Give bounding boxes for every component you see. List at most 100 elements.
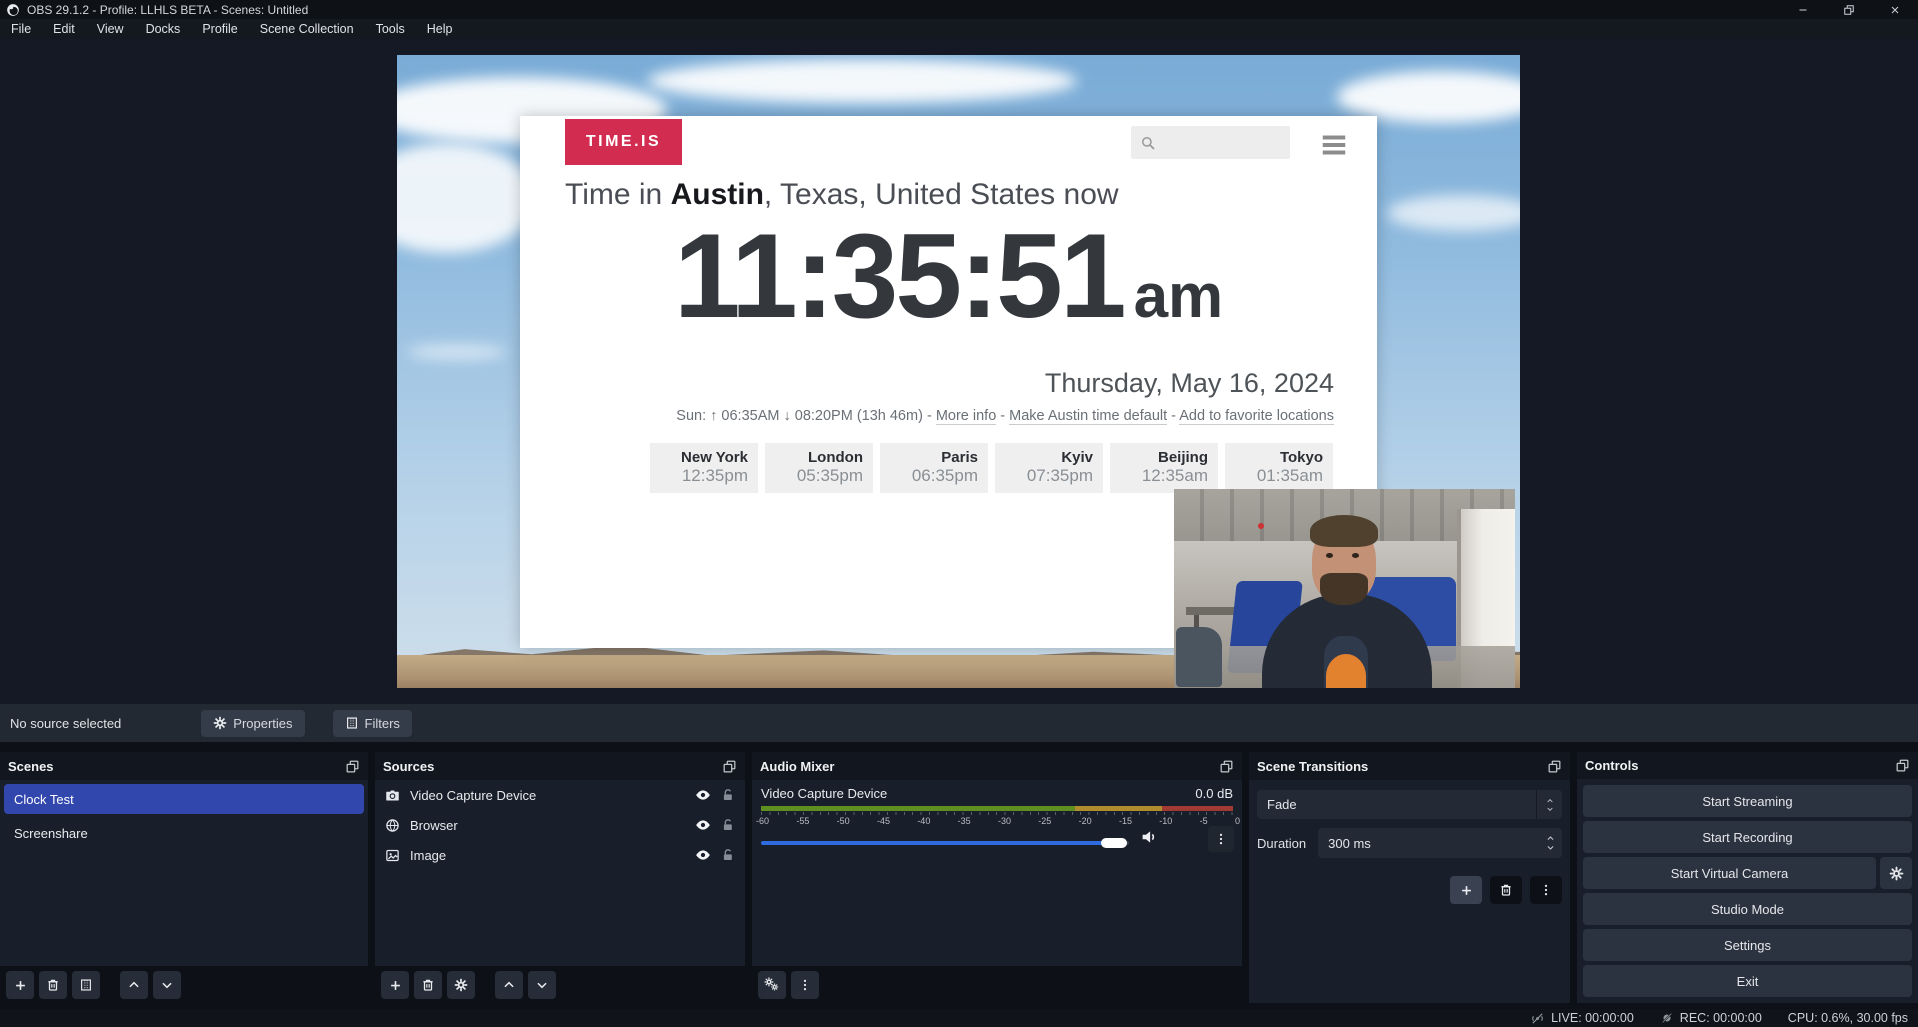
close-button[interactable] xyxy=(1872,0,1918,19)
minimize-button[interactable] xyxy=(1780,0,1826,19)
chevron-up-icon xyxy=(1545,797,1555,805)
chevron-up-icon xyxy=(127,978,141,992)
transitions-buttons xyxy=(1450,876,1562,904)
move-source-up-button[interactable] xyxy=(495,971,523,999)
start-virtual-camera-button[interactable]: Start Virtual Camera xyxy=(1583,857,1876,889)
city-times: New York12:35pm London05:35pm Paris06:35… xyxy=(650,443,1333,493)
transition-select[interactable]: Fade xyxy=(1257,790,1562,819)
rec-off-icon xyxy=(1660,1011,1674,1025)
dots-vertical-icon xyxy=(798,978,812,992)
cloud xyxy=(397,143,537,253)
add-source-button[interactable] xyxy=(381,971,409,999)
menu-scene-collection[interactable]: Scene Collection xyxy=(249,19,365,39)
menu-profile[interactable]: Profile xyxy=(191,19,248,39)
webcam-exit-sign xyxy=(1258,523,1264,529)
close-icon xyxy=(1889,4,1901,16)
exit-button[interactable]: Exit xyxy=(1583,965,1912,997)
webcam-person-beard xyxy=(1320,573,1368,605)
source-item-browser[interactable]: Browser xyxy=(375,810,745,840)
move-scene-up-button[interactable] xyxy=(120,971,148,999)
filter-icon xyxy=(79,978,93,992)
lock-icon[interactable] xyxy=(721,818,735,832)
mixer-menu-button[interactable] xyxy=(791,971,819,999)
add-scene-button[interactable] xyxy=(6,971,34,999)
add-transition-button[interactable] xyxy=(1450,876,1482,904)
volume-slider-handle[interactable] xyxy=(1101,838,1127,848)
visibility-eye-icon[interactable] xyxy=(695,847,711,863)
scenes-panel-header[interactable]: Scenes xyxy=(0,752,368,780)
popout-icon[interactable] xyxy=(1219,759,1234,774)
controls-body: Start Streaming Start Recording Start Vi… xyxy=(1577,779,1918,1003)
popout-icon[interactable] xyxy=(722,759,737,774)
volume-slider[interactable] xyxy=(761,834,1129,852)
menubar: File Edit View Docks Profile Scene Colle… xyxy=(0,19,1918,39)
lock-icon[interactable] xyxy=(721,848,735,862)
source-item-video-capture[interactable]: Video Capture Device xyxy=(375,780,745,810)
rec-status: REC: 00:00:00 xyxy=(1660,1011,1762,1025)
remove-scene-button[interactable] xyxy=(39,971,67,999)
lock-icon[interactable] xyxy=(721,788,735,802)
scene-item-screenshare[interactable]: Screenshare xyxy=(4,818,364,848)
filter-icon xyxy=(345,716,359,730)
site-search-box xyxy=(1131,126,1290,159)
mixer-options-button[interactable] xyxy=(1208,826,1234,852)
source-status-text: No source selected xyxy=(10,716,121,731)
audio-mixer-body: Video Capture Device 0.0 dB -60-55-50-45… xyxy=(752,780,1242,966)
sources-list: Video Capture Device Browser Image xyxy=(375,780,745,966)
move-source-down-button[interactable] xyxy=(528,971,556,999)
menu-file[interactable]: File xyxy=(0,19,42,39)
cloud xyxy=(647,59,1077,103)
filters-button[interactable]: Filters xyxy=(333,710,412,737)
spin-arrows[interactable] xyxy=(1545,834,1556,852)
webcam-person-hair xyxy=(1310,515,1378,547)
scenes-toolbar xyxy=(6,970,181,1000)
trash-icon xyxy=(46,978,60,992)
controls-header[interactable]: Controls xyxy=(1577,752,1918,779)
sources-panel-header[interactable]: Sources xyxy=(375,752,745,780)
settings-button[interactable]: Settings xyxy=(1583,929,1912,961)
trash-icon xyxy=(1499,883,1513,897)
webcam-source[interactable] xyxy=(1174,489,1515,688)
properties-button[interactable]: Properties xyxy=(201,710,304,737)
scene-filters-button[interactable] xyxy=(72,971,100,999)
restore-button[interactable] xyxy=(1826,0,1872,19)
chevron-up-icon xyxy=(502,978,516,992)
hamburger-menu-icon xyxy=(1316,130,1352,160)
start-streaming-button[interactable]: Start Streaming xyxy=(1583,785,1912,817)
menu-view[interactable]: View xyxy=(86,19,135,39)
clock-digits: 11:35:51 xyxy=(674,209,1124,343)
audio-mixer-header[interactable]: Audio Mixer xyxy=(752,752,1242,780)
virtual-camera-settings-button[interactable] xyxy=(1880,857,1912,889)
studio-mode-button[interactable]: Studio Mode xyxy=(1583,893,1912,925)
remove-transition-button[interactable] xyxy=(1490,876,1522,904)
source-item-image[interactable]: Image xyxy=(375,840,745,870)
advanced-audio-button[interactable] xyxy=(758,971,786,999)
volume-meter-scale: -60-55-50-45-40-35-30-25-20-15-10-50 xyxy=(756,816,1240,826)
program-canvas[interactable]: TIME.IS Time in Austin, Texas, United St… xyxy=(397,55,1520,688)
remove-source-button[interactable] xyxy=(414,971,442,999)
speaker-icon[interactable] xyxy=(1140,828,1158,846)
move-scene-down-button[interactable] xyxy=(153,971,181,999)
start-recording-button[interactable]: Start Recording xyxy=(1583,821,1912,853)
popout-icon[interactable] xyxy=(345,759,360,774)
search-icon xyxy=(1139,134,1157,152)
gear-icon xyxy=(1889,866,1904,881)
restore-icon xyxy=(1843,4,1855,16)
scene-item-clock-test[interactable]: Clock Test xyxy=(4,784,364,814)
transition-properties-button[interactable] xyxy=(1530,876,1562,904)
source-properties-button[interactable] xyxy=(447,971,475,999)
duration-spinbox[interactable]: 300 ms xyxy=(1318,828,1562,858)
menu-help[interactable]: Help xyxy=(416,19,464,39)
globe-icon xyxy=(385,818,400,833)
preview-area: TIME.IS Time in Austin, Texas, United St… xyxy=(0,39,1918,704)
menu-docks[interactable]: Docks xyxy=(135,19,192,39)
menu-edit[interactable]: Edit xyxy=(42,19,86,39)
sources-toolbar xyxy=(381,970,556,1000)
visibility-eye-icon[interactable] xyxy=(695,817,711,833)
popout-icon[interactable] xyxy=(1547,759,1562,774)
transitions-header[interactable]: Scene Transitions xyxy=(1249,752,1570,780)
visibility-eye-icon[interactable] xyxy=(695,787,711,803)
mixer-channel-row: Video Capture Device 0.0 dB xyxy=(761,786,1233,801)
popout-icon[interactable] xyxy=(1895,758,1910,773)
menu-tools[interactable]: Tools xyxy=(365,19,416,39)
